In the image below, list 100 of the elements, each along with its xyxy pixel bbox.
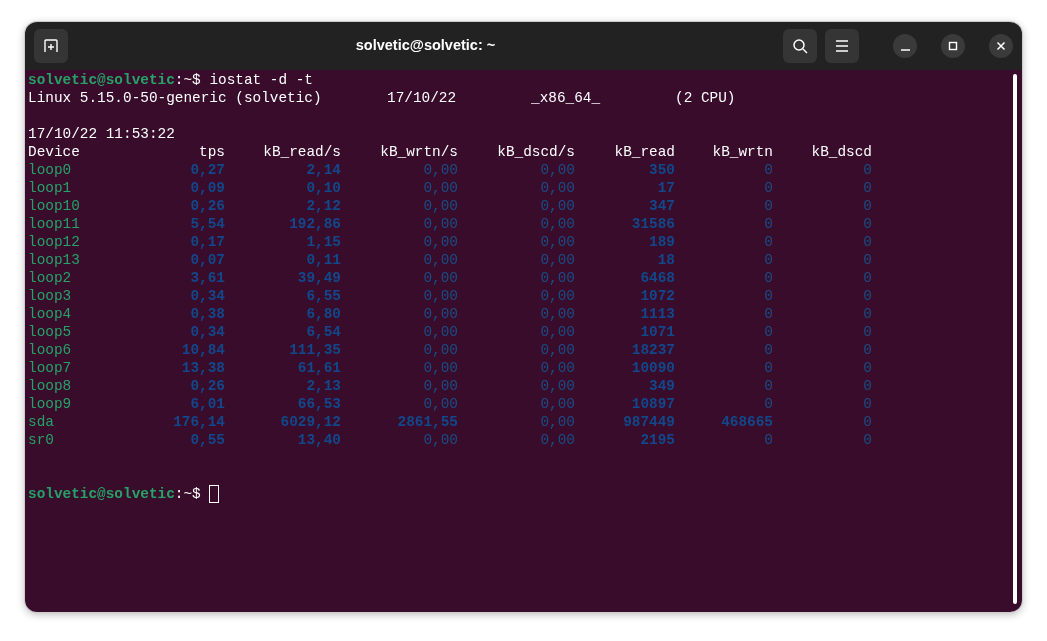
device-name: loop3	[28, 287, 73, 305]
new-tab-button[interactable]	[34, 29, 68, 63]
table-value: 0	[862, 161, 872, 179]
minimize-button[interactable]	[893, 34, 917, 58]
table-value: 0,00	[422, 431, 458, 449]
table-value: 0,00	[539, 233, 575, 251]
table-value: 1071	[639, 323, 675, 341]
table-value: 0,00	[422, 341, 458, 359]
close-button[interactable]	[989, 34, 1013, 58]
device-name: sda	[28, 413, 55, 431]
table-value: 0,11	[305, 251, 341, 269]
device-name: loop2	[28, 269, 73, 287]
table-value: 0	[862, 359, 872, 377]
table-value: 987449	[622, 413, 675, 431]
table-value: 0,00	[539, 395, 575, 413]
device-name: loop13	[28, 251, 81, 269]
device-name: loop10	[28, 197, 81, 215]
column-header: kB_dscd	[810, 143, 872, 161]
table-value: 0	[862, 323, 872, 341]
table-value: 189	[648, 233, 675, 251]
table-value: 0,00	[539, 323, 575, 341]
table-value: 0	[763, 197, 773, 215]
table-value: 468665	[720, 413, 773, 431]
table-value: 0,00	[539, 305, 575, 323]
table-value: 0	[862, 377, 872, 395]
table-value: 17	[656, 179, 675, 197]
table-value: 0	[862, 305, 872, 323]
table-value: 1072	[639, 287, 675, 305]
table-value: 0,26	[189, 197, 225, 215]
table-value: 3,61	[189, 269, 225, 287]
table-value: 0,00	[539, 341, 575, 359]
command-text: iostat -d -t	[209, 71, 313, 89]
table-value: 0,38	[189, 305, 225, 323]
table-value: 0	[763, 251, 773, 269]
device-name: loop6	[28, 341, 73, 359]
table-value: 0,27	[189, 161, 225, 179]
table-value: 0	[763, 359, 773, 377]
table-value: 0,26	[189, 377, 225, 395]
table-value: 0	[763, 179, 773, 197]
table-value: 192,86	[288, 215, 341, 233]
table-value: 61,61	[296, 359, 341, 377]
scrollbar[interactable]	[1013, 74, 1017, 604]
table-value: 0,00	[422, 233, 458, 251]
table-value: 0,00	[422, 305, 458, 323]
table-value: 0,00	[422, 359, 458, 377]
table-value: 0,00	[539, 431, 575, 449]
table-value: 0	[862, 287, 872, 305]
column-header: kB_dscd/s	[496, 143, 575, 161]
table-value: 0,00	[539, 215, 575, 233]
table-value: 0,00	[422, 395, 458, 413]
table-value: 0,55	[189, 431, 225, 449]
table-value: 0,00	[422, 179, 458, 197]
device-name: loop1	[28, 179, 73, 197]
table-value: 0	[862, 341, 872, 359]
table-value: 2195	[639, 431, 675, 449]
device-name: loop0	[28, 161, 73, 179]
maximize-button[interactable]	[941, 34, 965, 58]
column-header: kB_read	[613, 143, 675, 161]
table-value: 1,15	[305, 233, 341, 251]
table-value: 13,40	[296, 431, 341, 449]
system-info-text: _x86_64_	[531, 89, 602, 107]
table-value: 0,00	[539, 197, 575, 215]
table-value: 1113	[639, 305, 675, 323]
table-value: 6,80	[305, 305, 341, 323]
table-value: 0,00	[539, 161, 575, 179]
table-value: 31586	[630, 215, 675, 233]
shell-prompt: solvetic@solvetic:~$	[28, 71, 201, 89]
table-value: 0	[763, 341, 773, 359]
table-value: 0	[862, 233, 872, 251]
device-name: loop5	[28, 323, 73, 341]
window-title: solvetic@solvetic: ~	[355, 37, 496, 54]
table-value: 39,49	[296, 269, 341, 287]
table-value: 0	[862, 197, 872, 215]
column-header: kB_read/s	[262, 143, 341, 161]
table-value: 0,00	[422, 251, 458, 269]
search-button[interactable]	[783, 29, 817, 63]
table-value: 0,00	[422, 197, 458, 215]
device-name: loop4	[28, 305, 73, 323]
table-value: 0,00	[539, 359, 575, 377]
table-value: 0	[862, 215, 872, 233]
table-value: 6,54	[305, 323, 341, 341]
table-value: 18	[656, 251, 675, 269]
table-value: 176,14	[172, 413, 225, 431]
table-value: 0,34	[189, 287, 225, 305]
table-value: 5,54	[189, 215, 225, 233]
table-value: 0,00	[539, 269, 575, 287]
shell-prompt: solvetic@solvetic:~$	[28, 485, 201, 503]
table-value: 0,00	[539, 377, 575, 395]
table-value: 350	[648, 161, 675, 179]
menu-button[interactable]	[825, 29, 859, 63]
table-value: 6,01	[189, 395, 225, 413]
table-value: 0,00	[539, 251, 575, 269]
table-value: 6029,12	[279, 413, 341, 431]
close-icon	[996, 41, 1006, 51]
table-value: 0,00	[539, 413, 575, 431]
system-info-text: (2 CPU)	[675, 89, 737, 107]
table-value: 0	[763, 305, 773, 323]
table-value: 0,07	[189, 251, 225, 269]
device-name: loop7	[28, 359, 73, 377]
table-value: 0,34	[189, 323, 225, 341]
